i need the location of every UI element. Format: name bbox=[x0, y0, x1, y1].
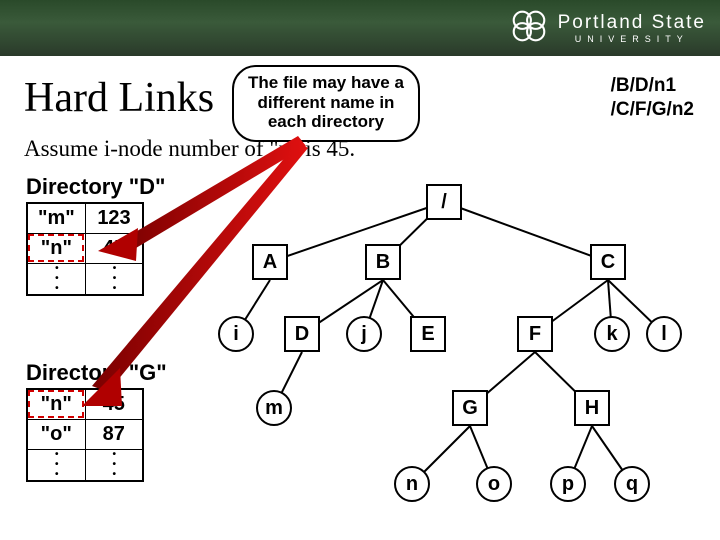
tree-node-C: C bbox=[590, 244, 626, 280]
callout-bubble: The file may have a different name in ea… bbox=[232, 65, 420, 142]
callout-line: each directory bbox=[248, 112, 404, 132]
table-row: •••••• bbox=[27, 263, 143, 295]
path: /C/F/G/n2 bbox=[611, 98, 694, 122]
tree-leaf-i: i bbox=[218, 316, 254, 352]
tree-node-H: H bbox=[574, 390, 610, 426]
tree-leaf-n: n bbox=[394, 466, 430, 502]
directory-G: Directory "G" "n"45 "o"87 •••••• bbox=[26, 360, 167, 482]
dir-G-label: Directory "G" bbox=[26, 360, 167, 386]
tree-leaf-k: k bbox=[594, 316, 630, 352]
tree-node-B: B bbox=[365, 244, 401, 280]
directory-D: Directory "D" "m"123 "n"45 •••••• bbox=[26, 174, 165, 296]
table-row: •••••• bbox=[27, 449, 143, 481]
tree-leaf-p: p bbox=[550, 466, 586, 502]
path: /B/D/n1 bbox=[611, 74, 694, 98]
callout-line: different name in bbox=[248, 93, 404, 113]
dir-D-table: "m"123 "n"45 •••••• bbox=[26, 202, 144, 296]
tree-node-D: D bbox=[284, 316, 320, 352]
table-row: "o"87 bbox=[27, 419, 143, 449]
dir-D-label: Directory "D" bbox=[26, 174, 165, 200]
tree-leaf-m: m bbox=[256, 390, 292, 426]
table-row: "n"45 bbox=[27, 233, 143, 263]
table-row: "n"45 bbox=[27, 389, 143, 419]
tree-leaf-l: l bbox=[646, 316, 682, 352]
entry-ino: 87 bbox=[85, 419, 143, 449]
ellipsis-icon: ••• bbox=[85, 449, 143, 481]
path-examples: /B/D/n1 /C/F/G/n2 bbox=[611, 74, 694, 122]
ellipsis-icon: ••• bbox=[27, 449, 85, 481]
entry-ino: 45 bbox=[85, 389, 143, 419]
brand: Portland State UNIVERSITY bbox=[508, 5, 706, 52]
entry-ino: 123 bbox=[85, 203, 143, 233]
tree-leaf-q: q bbox=[614, 466, 650, 502]
entry-name: "o" bbox=[27, 419, 85, 449]
tree-node-A: A bbox=[252, 244, 288, 280]
tree-node-G: G bbox=[452, 390, 488, 426]
table-row: "m"123 bbox=[27, 203, 143, 233]
ellipsis-icon: ••• bbox=[85, 263, 143, 295]
callout-line: The file may have a bbox=[248, 73, 404, 93]
tree-leaf-o: o bbox=[476, 466, 512, 502]
entry-name: "m" bbox=[27, 203, 85, 233]
entry-ino: 45 bbox=[85, 233, 143, 263]
slide-body: Hard Links The file may have a different… bbox=[0, 56, 720, 540]
dir-G-table: "n"45 "o"87 •••••• bbox=[26, 388, 144, 482]
filesystem-tree: / A B C i D j E F k l m G H n o p q bbox=[212, 184, 692, 524]
interlocking-rings-icon bbox=[508, 5, 550, 52]
ellipsis-icon: ••• bbox=[27, 263, 85, 295]
entry-name: "n" bbox=[27, 389, 85, 419]
tree-node-root: / bbox=[426, 184, 462, 220]
entry-name: "n" bbox=[27, 233, 85, 263]
tree-node-F: F bbox=[517, 316, 553, 352]
header: Portland State UNIVERSITY bbox=[0, 0, 720, 56]
tree-leaf-j: j bbox=[346, 316, 382, 352]
brand-name: Portland State bbox=[558, 13, 706, 32]
tree-node-E: E bbox=[410, 316, 446, 352]
brand-sub: UNIVERSITY bbox=[558, 35, 706, 44]
